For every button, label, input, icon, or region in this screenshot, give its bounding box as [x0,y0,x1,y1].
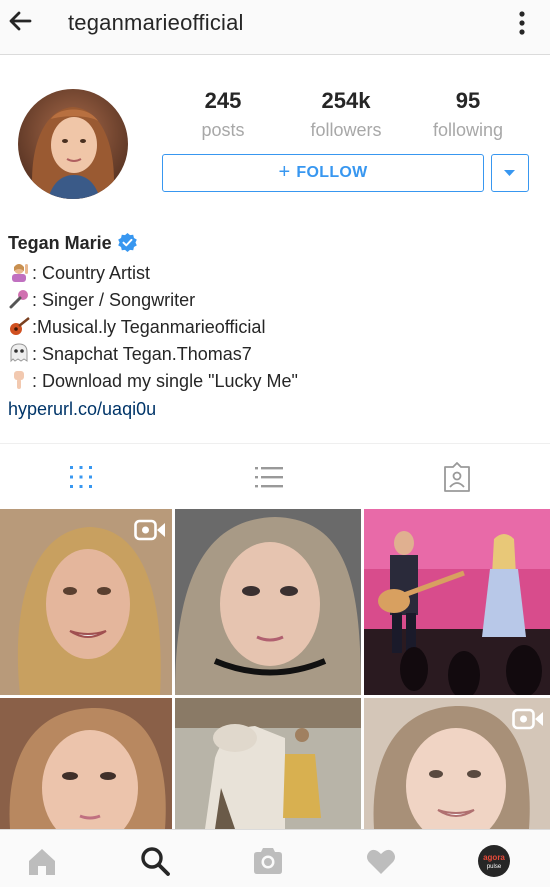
bottom-navigation: agora pulse [0,829,550,887]
profile-view-tabs [0,443,550,508]
posts-label: posts [201,120,245,140]
bio-text-1: : Country Artist [32,263,151,283]
nav-home[interactable] [25,844,59,878]
full-name-text: Tegan Marie [8,233,112,253]
ghost-emoji-icon [8,343,32,363]
tab-list[interactable] [254,462,284,492]
post-image-2 [175,509,361,695]
grid-post-2[interactable] [175,509,361,695]
woman-raising-hand-emoji-icon [8,262,32,282]
posts-count: 245 [204,88,242,113]
bio-line-5: : Download my single "Lucky Me" [8,370,298,392]
svg-text:agora: agora [483,853,505,862]
grid-post-5[interactable] [175,698,361,829]
bio-line-2: : Singer / Songwriter [8,289,195,311]
plus-icon: + [278,161,291,183]
verified-badge-icon [117,233,137,257]
follow-button[interactable]: + FOLLOW [162,154,484,192]
bio-text-4: : Snapchat Tegan.Thomas7 [32,344,252,364]
profile-photo [18,89,128,199]
video-indicator-icon [512,708,544,735]
search-icon [141,847,170,876]
top-bar: teganmarieofficial [0,0,550,55]
bio-line-3: :Musical.ly Teganmarieofficial [8,316,265,338]
tab-tagged[interactable] [442,462,472,492]
followers-stat[interactable]: 254k followers [286,88,406,142]
caret-down-icon [504,170,515,176]
tagged-photos-icon [444,462,470,492]
svg-text:pulse: pulse [487,864,502,870]
grid-post-1[interactable] [0,509,172,695]
posts-stat: 245 posts [163,88,283,142]
list-icon [255,467,283,488]
following-stat[interactable]: 95 following [408,88,528,142]
grid-post-4[interactable] [0,698,172,829]
pointing-down-emoji-icon [8,370,32,390]
post-image-3 [364,509,550,695]
followers-count: 254k [321,88,371,113]
camera-icon [254,848,282,874]
back-button[interactable] [4,6,44,46]
nav-activity[interactable] [364,844,398,878]
bio-text-3: :Musical.ly Teganmarieofficial [32,317,266,337]
video-indicator-icon [134,519,166,546]
bio-line-4: : Snapchat Tegan.Thomas7 [8,343,252,365]
heart-icon [367,849,395,874]
profile-full-name: Tegan Marie [8,233,137,257]
post-image-4 [0,698,172,829]
post-image-5 [175,698,361,829]
followers-label: followers [310,120,382,140]
more-vertical-icon [519,11,525,35]
bio-text-2: : Singer / Songwriter [32,290,196,310]
grid-icon [70,466,92,488]
home-icon [29,849,55,875]
bio-text-5: : Download my single "Lucky Me" [32,371,298,391]
more-options-button[interactable] [510,8,534,44]
back-arrow-icon [9,11,32,31]
guitar-emoji-icon [8,316,32,336]
nav-search[interactable] [138,844,172,878]
following-count: 95 [455,88,481,113]
microphone-emoji-icon [8,289,32,309]
page-title: teganmarieofficial [68,10,244,35]
tab-grid[interactable] [66,462,96,492]
nav-camera[interactable] [251,844,285,878]
bio-line-1: : Country Artist [8,262,150,284]
suggested-dropdown-button[interactable] [491,154,529,192]
profile-avatar[interactable] [18,89,128,199]
nav-profile[interactable]: agora pulse [477,844,511,878]
grid-post-6[interactable] [364,698,550,829]
profile-website-link[interactable]: hyperurl.co/uaqi0u [8,398,156,420]
following-label: following [432,120,504,140]
follow-label: FOLLOW [296,164,368,181]
profile-avatar-icon: agora pulse [478,845,510,877]
grid-post-3[interactable] [364,509,550,695]
